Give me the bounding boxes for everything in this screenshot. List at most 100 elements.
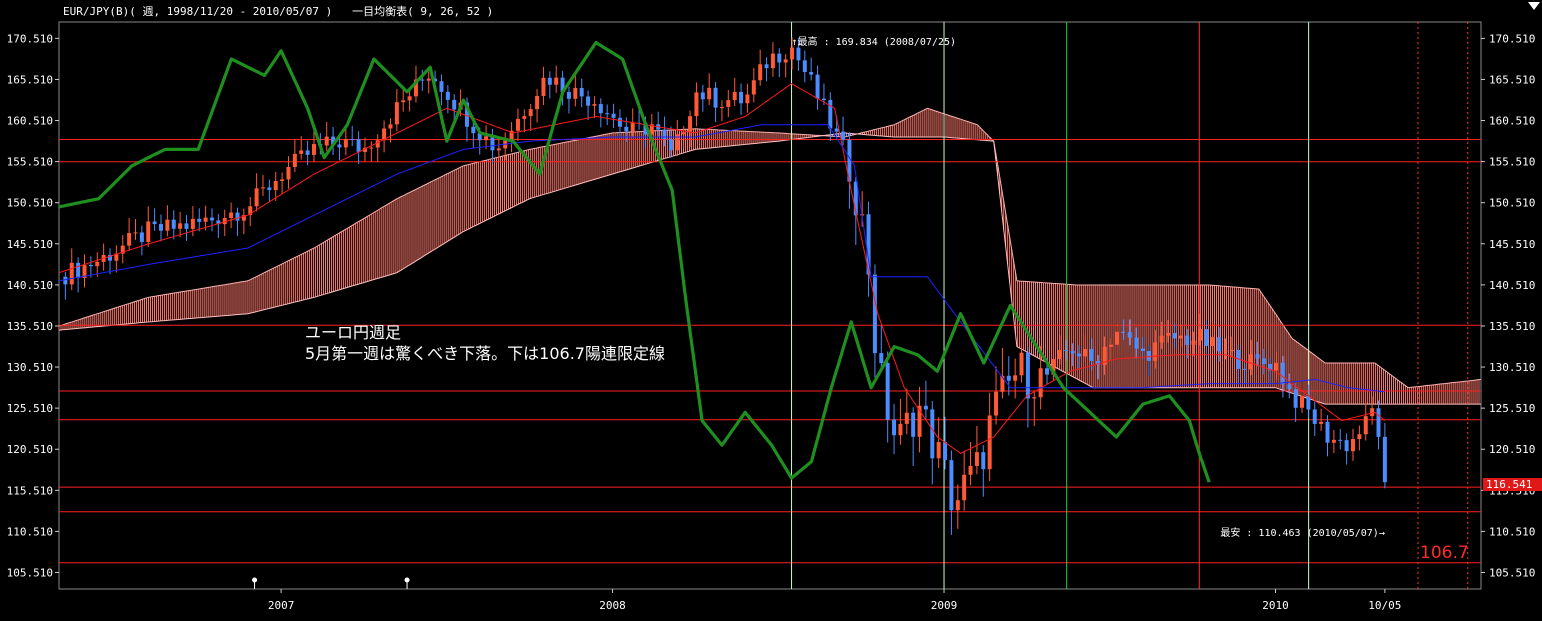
candle-body xyxy=(1280,362,1285,385)
candle-body xyxy=(700,92,705,100)
low-annotation: 最安 : 110.463 (2010/05/07)→ xyxy=(1220,526,1385,539)
candle-body xyxy=(280,179,285,182)
candle-body xyxy=(324,136,329,146)
candle-body xyxy=(1083,349,1088,357)
candle-body xyxy=(892,419,897,436)
candle-body xyxy=(1185,335,1190,345)
candle-body xyxy=(796,47,801,61)
y-tick-label-left: 115.510 xyxy=(7,484,53,497)
y-tick-label-right: 110.510 xyxy=(1489,525,1535,538)
y-tick-label-left: 155.510 xyxy=(7,156,53,169)
indicator-info: 一目均衡表( 9, 26, 52 ) xyxy=(352,5,494,18)
candle-body xyxy=(968,465,973,475)
candle-body xyxy=(790,47,795,60)
candle-body xyxy=(834,128,839,132)
candle-body xyxy=(981,452,986,470)
candle-body xyxy=(337,144,342,148)
candle-body xyxy=(1217,337,1222,352)
candle-body xyxy=(1363,416,1368,435)
candle-body xyxy=(184,223,189,229)
candle-body xyxy=(1382,436,1387,483)
candle-body xyxy=(535,95,540,110)
candle-body xyxy=(420,79,425,81)
y-tick-label-right: 130.510 xyxy=(1489,361,1535,374)
candle-body xyxy=(1331,439,1336,443)
candle-body xyxy=(598,104,603,114)
candle-body xyxy=(152,221,157,225)
candle-body xyxy=(1121,331,1126,333)
candle-body xyxy=(311,144,316,155)
candle-body xyxy=(1357,434,1362,440)
candle-body xyxy=(828,100,833,129)
candle-body xyxy=(178,223,183,229)
candle-body xyxy=(770,53,775,69)
candle-body xyxy=(573,87,578,99)
candle-body xyxy=(146,221,151,242)
y-tick-label-left: 105.510 xyxy=(7,566,53,579)
x-tick-label: 2010 xyxy=(1262,599,1289,612)
y-tick-label-left: 120.510 xyxy=(7,443,53,456)
candle-body xyxy=(343,138,348,148)
candle-body xyxy=(1025,352,1030,399)
event-marker xyxy=(252,577,258,583)
candle-body xyxy=(1376,408,1381,437)
y-tick-label-left: 150.510 xyxy=(7,197,53,210)
candle-body xyxy=(745,94,750,104)
candle-body xyxy=(898,423,903,436)
y-tick-label-right: 170.510 xyxy=(1489,32,1535,45)
candle-body xyxy=(821,98,826,101)
chikou-line xyxy=(58,40,1211,483)
candle-body xyxy=(802,60,807,72)
symbol-info: EUR/JPY(B)( 週, 1998/11/20 - 2010/05/07 ) xyxy=(63,5,333,18)
event-marker xyxy=(404,577,410,583)
candle-body xyxy=(541,77,546,96)
candle-body xyxy=(1287,384,1292,390)
candle-body xyxy=(955,500,960,511)
y-tick-label-left: 140.510 xyxy=(7,279,53,292)
candle-body xyxy=(1229,349,1234,351)
candle-body xyxy=(1045,368,1050,375)
candle-body xyxy=(713,87,718,108)
y-tick-label-left: 165.510 xyxy=(7,73,53,86)
candle-body xyxy=(1293,389,1298,408)
candle-body xyxy=(930,409,935,459)
candle-body xyxy=(592,104,597,106)
candle-body xyxy=(1172,332,1177,339)
candle-body xyxy=(484,136,489,141)
chevron-down-icon[interactable] xyxy=(1528,2,1540,10)
y-tick-label-left: 130.510 xyxy=(7,361,53,374)
candle-body xyxy=(496,148,501,151)
candle-body xyxy=(286,166,291,180)
candle-body xyxy=(515,118,520,131)
candle-body xyxy=(1198,329,1203,341)
candle-body xyxy=(668,139,673,151)
candle-body xyxy=(190,218,195,229)
y-tick-label-right: 135.510 xyxy=(1489,320,1535,333)
candle-body xyxy=(554,77,559,85)
candle-body xyxy=(299,150,304,154)
y-tick-label-right: 145.510 xyxy=(1489,238,1535,251)
candle-body xyxy=(758,64,763,81)
candle-body xyxy=(88,265,93,267)
candle-body xyxy=(872,274,877,354)
candle-body xyxy=(490,136,495,151)
x-tick-label: 2008 xyxy=(599,599,626,612)
candle-body xyxy=(1178,335,1183,339)
candle-body xyxy=(158,224,163,231)
candle-body xyxy=(1064,350,1069,352)
candle-body xyxy=(452,99,457,110)
note-body: 5月第一週は驚くべき下落。下は106.7陽連限定線 xyxy=(305,344,665,363)
y-tick-label-right: 160.510 xyxy=(1489,115,1535,128)
candle-body xyxy=(203,217,208,222)
y-tick-label-left: 110.510 xyxy=(7,525,53,538)
candle-body xyxy=(1255,354,1260,359)
chart-svg: 170.510 170.510 165.510 165.510 160.510 160.5… xyxy=(7,21,1535,612)
candle-body xyxy=(1306,396,1311,410)
candle-body xyxy=(1319,421,1324,424)
candle-body xyxy=(962,474,967,501)
candle-body xyxy=(707,87,712,100)
candle-body xyxy=(630,122,635,132)
candle-body xyxy=(407,96,412,101)
candle-body xyxy=(305,150,310,155)
candle-body xyxy=(783,59,788,63)
